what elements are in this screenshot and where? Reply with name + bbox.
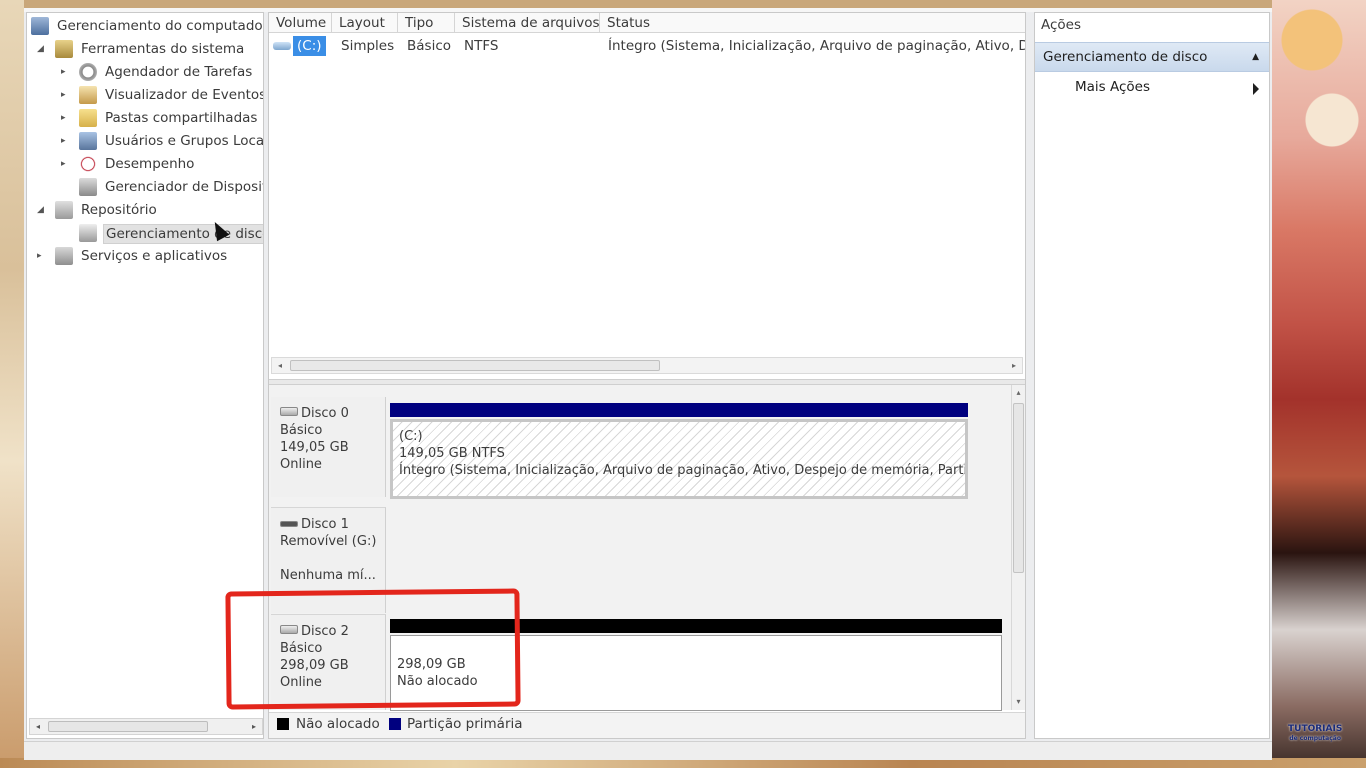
- disk-icon: [280, 407, 298, 416]
- collapsed-arrow-icon[interactable]: ▸: [61, 61, 71, 83]
- legend-label-primary: Partição primária: [407, 716, 523, 732]
- tree-item-label: Gerenciador de Dispositivos: [105, 179, 263, 195]
- column-header-tipo[interactable]: Tipo: [398, 13, 455, 33]
- actions-section-label: Gerenciamento de disco: [1043, 49, 1208, 65]
- clock-icon: [79, 63, 97, 81]
- desktop-wallpaper-left: [0, 0, 24, 768]
- scroll-left-icon[interactable]: ◂: [31, 720, 45, 733]
- actions-title: Ações: [1041, 17, 1082, 33]
- tree-item-label: Gerenciamento de disco: [103, 224, 263, 244]
- column-header-status[interactable]: Status: [600, 13, 1025, 33]
- column-header-layout[interactable]: Layout: [332, 13, 398, 33]
- tools-icon: [55, 40, 73, 58]
- scroll-down-icon[interactable]: ▾: [1012, 695, 1025, 709]
- partition-bar-primary: [390, 403, 968, 417]
- cell-layout: Simples: [341, 38, 395, 54]
- column-header-volume[interactable]: Volume: [269, 13, 332, 33]
- legend-swatch-unallocated: [277, 718, 289, 730]
- partition-title: (C:): [399, 429, 423, 444]
- disk-0-label[interactable]: Disco 0 Básico 149,05 GB Online: [271, 397, 386, 497]
- cell-volume[interactable]: (C:): [293, 36, 326, 56]
- disk-size: [280, 550, 385, 567]
- actions-pane: Ações Gerenciamento de disco ▲ Mais Açõe…: [1034, 12, 1270, 739]
- channel-watermark: TUTORIAIS de computação: [1288, 724, 1342, 744]
- desktop-wallpaper-right: [1272, 0, 1366, 768]
- partition-c[interactable]: (C:) 149,05 GB NTFS Íntegro (Sistema, In…: [390, 419, 968, 499]
- watermark-line1: TUTORIAIS: [1288, 724, 1343, 734]
- cell-status: Íntegro (Sistema, Inicialização, Arquivo…: [608, 38, 1025, 54]
- collapsed-arrow-icon[interactable]: ▸: [61, 130, 71, 152]
- disk-state: Nenhuma mí...: [280, 568, 376, 583]
- users-icon: [79, 132, 97, 150]
- tree-item-label: Visualizador de Eventos: [105, 87, 264, 103]
- tree-item-label: Pastas compartilhadas: [105, 110, 258, 126]
- disk-type: Básico: [280, 423, 323, 438]
- shared-folder-icon: [79, 109, 97, 127]
- legend: Não alocado Partição primária: [269, 712, 1025, 738]
- actions-section-disk-management[interactable]: Gerenciamento de disco ▲: [1035, 42, 1269, 72]
- expanded-arrow-icon[interactable]: ◢: [37, 38, 47, 60]
- tree-item-label: Ferramentas do sistema: [81, 41, 245, 57]
- services-icon: [55, 247, 73, 265]
- tree-item-label: Serviços e aplicativos: [81, 248, 228, 264]
- storage-icon: [55, 201, 73, 219]
- submenu-arrow-icon[interactable]: [1253, 83, 1259, 95]
- performance-icon: [79, 155, 97, 173]
- event-viewer-icon: [79, 86, 97, 104]
- scroll-right-icon[interactable]: ▸: [1007, 359, 1021, 372]
- scroll-left-icon[interactable]: ◂: [273, 359, 287, 372]
- partition-size: 149,05 GB NTFS: [399, 446, 505, 461]
- legend-label-unallocated: Não alocado: [296, 716, 380, 732]
- tree-item-label: Repositório: [81, 202, 157, 218]
- watermark-line2: de computação: [1289, 735, 1341, 742]
- tree-item-label: Usuários e Grupos Locais: [105, 133, 264, 149]
- disk-size: 149,05 GB: [280, 440, 349, 455]
- disk-name: Disco 0: [301, 406, 349, 421]
- volume-table-header: Volume Layout Tipo Sistema de arquivos S…: [269, 13, 1025, 33]
- collapsed-arrow-icon[interactable]: ▸: [61, 107, 71, 129]
- disk-state: Online: [280, 457, 322, 472]
- computer-management-icon: [31, 17, 49, 35]
- collapsed-arrow-icon[interactable]: ▸: [61, 153, 71, 175]
- disk-type: Removível (G:): [280, 534, 377, 549]
- scroll-up-icon[interactable]: ▴: [1012, 386, 1025, 400]
- partition-status: Íntegro (Sistema, Inicialização, Arquivo…: [399, 463, 968, 478]
- table-row[interactable]: (C:) Simples Básico NTFS Íntegro (Sistem…: [269, 36, 1025, 56]
- volume-icon: [273, 42, 291, 50]
- legend-swatch-primary: [389, 718, 401, 730]
- scrollbar-thumb[interactable]: [48, 721, 208, 732]
- more-actions-item[interactable]: Mais Ações: [1075, 79, 1150, 95]
- tree-root-label: Gerenciamento do computador: [57, 18, 264, 34]
- cell-sistema-arquivos: NTFS: [464, 38, 499, 54]
- collapse-up-icon[interactable]: ▲: [1252, 43, 1259, 71]
- expanded-arrow-icon[interactable]: ◢: [37, 199, 47, 221]
- tree-item-label: Desempenho: [105, 156, 195, 172]
- disk-name: Disco 1: [301, 517, 349, 532]
- tree-horizontal-scrollbar[interactable]: ◂ ▸: [29, 718, 263, 735]
- scrollbar-thumb[interactable]: [290, 360, 660, 371]
- cell-tipo: Básico: [407, 38, 452, 54]
- removable-disk-icon: [280, 521, 298, 527]
- scrollbar-thumb[interactable]: [1013, 403, 1024, 573]
- disk-map-vertical-scrollbar[interactable]: ▴ ▾: [1011, 385, 1025, 710]
- column-header-sistema-arquivos[interactable]: Sistema de arquivos: [455, 13, 600, 33]
- computer-management-window: Gerenciamento do computador ◢ Ferramenta…: [24, 8, 1272, 760]
- disk-management-icon: [79, 224, 97, 242]
- scroll-right-icon[interactable]: ▸: [247, 720, 261, 733]
- red-highlight-annotation: [225, 588, 521, 710]
- tree-item-label: Agendador de Tarefas: [105, 64, 253, 80]
- collapsed-arrow-icon[interactable]: ▸: [37, 245, 47, 267]
- collapsed-arrow-icon[interactable]: ▸: [61, 84, 71, 106]
- device-manager-icon: [79, 178, 97, 196]
- table-horizontal-scrollbar[interactable]: ◂ ▸: [271, 357, 1023, 374]
- status-bar: [24, 741, 1272, 760]
